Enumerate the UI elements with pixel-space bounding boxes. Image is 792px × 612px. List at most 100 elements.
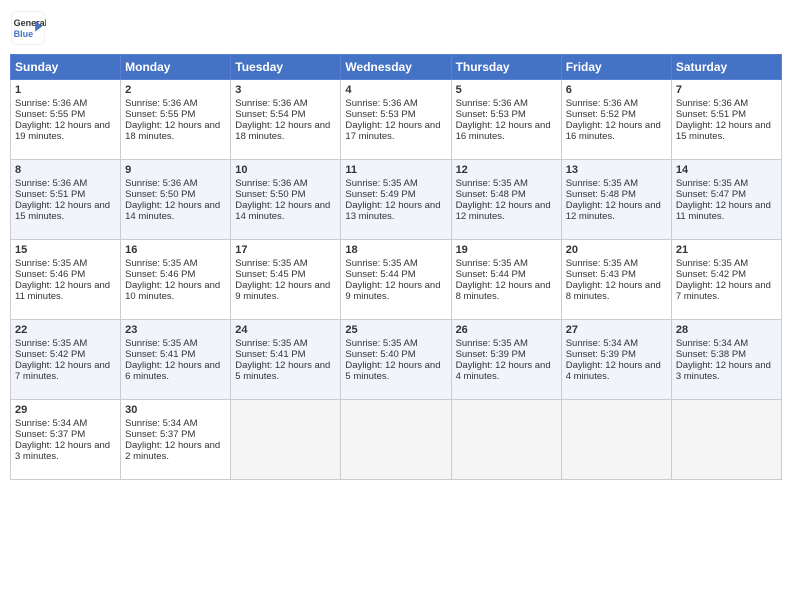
sunrise-text: Sunrise: 5:36 AM — [15, 178, 87, 189]
sunset-text: Sunset: 5:46 PM — [125, 269, 195, 280]
sunrise-text: Sunrise: 5:36 AM — [456, 98, 528, 109]
sunset-text: Sunset: 5:55 PM — [15, 109, 85, 120]
page-header: General Blue — [10, 10, 782, 46]
daylight-text: Daylight: 12 hours and 15 minutes. — [15, 200, 110, 222]
day-number: 2 — [125, 84, 226, 96]
day-number: 15 — [15, 244, 116, 256]
day-number: 14 — [676, 164, 777, 176]
sunset-text: Sunset: 5:41 PM — [235, 349, 305, 360]
day-number: 9 — [125, 164, 226, 176]
day-number: 12 — [456, 164, 557, 176]
day-number: 30 — [125, 404, 226, 416]
day-number: 8 — [15, 164, 116, 176]
sunset-text: Sunset: 5:43 PM — [566, 269, 636, 280]
day-number: 13 — [566, 164, 667, 176]
logo-icon: General Blue — [10, 10, 46, 46]
daylight-text: Daylight: 12 hours and 16 minutes. — [456, 120, 551, 142]
sunrise-text: Sunrise: 5:36 AM — [125, 98, 197, 109]
daylight-text: Daylight: 12 hours and 5 minutes. — [235, 360, 330, 382]
column-header-thursday: Thursday — [451, 55, 561, 80]
daylight-text: Daylight: 12 hours and 3 minutes. — [676, 360, 771, 382]
calendar-cell: 19Sunrise: 5:35 AMSunset: 5:44 PMDayligh… — [451, 240, 561, 320]
daylight-text: Daylight: 12 hours and 16 minutes. — [566, 120, 661, 142]
sunrise-text: Sunrise: 5:35 AM — [676, 258, 748, 269]
calendar-cell: 26Sunrise: 5:35 AMSunset: 5:39 PMDayligh… — [451, 320, 561, 400]
column-header-sunday: Sunday — [11, 55, 121, 80]
day-number: 21 — [676, 244, 777, 256]
calendar-cell: 21 Sunrise: 5:35 AMSunset: 5:42 PMDayligh… — [671, 240, 781, 320]
daylight-text: Daylight: 12 hours and 15 minutes. — [676, 120, 771, 142]
day-number: 24 — [235, 324, 336, 336]
sunrise-text: Sunrise: 5:34 AM — [566, 338, 638, 349]
sunset-text: Sunset: 5:51 PM — [676, 109, 746, 120]
day-number: 23 — [125, 324, 226, 336]
day-number: 17 — [235, 244, 336, 256]
daylight-text: Daylight: 12 hours and 17 minutes. — [345, 120, 440, 142]
calendar-cell: 27Sunrise: 5:34 AMSunset: 5:39 PMDayligh… — [561, 320, 671, 400]
day-number: 3 — [235, 84, 336, 96]
calendar-cell: 30Sunrise: 5:34 AMSunset: 5:37 PMDayligh… — [121, 400, 231, 480]
column-header-friday: Friday — [561, 55, 671, 80]
calendar-cell: 25Sunrise: 5:35 AMSunset: 5:40 PMDayligh… — [341, 320, 451, 400]
sunset-text: Sunset: 5:42 PM — [676, 269, 746, 280]
column-header-wednesday: Wednesday — [341, 55, 451, 80]
calendar-cell: 23Sunrise: 5:35 AMSunset: 5:41 PMDayligh… — [121, 320, 231, 400]
day-number: 11 — [345, 164, 446, 176]
sunset-text: Sunset: 5:47 PM — [676, 189, 746, 200]
daylight-text: Daylight: 12 hours and 18 minutes. — [235, 120, 330, 142]
sunrise-text: Sunrise: 5:35 AM — [345, 178, 417, 189]
day-number: 29 — [15, 404, 116, 416]
daylight-text: Daylight: 12 hours and 12 minutes. — [566, 200, 661, 222]
calendar-cell: 24 Sunrise: 5:35 AMSunset: 5:41 PMDayligh… — [231, 320, 341, 400]
sunrise-text: Sunrise: 5:35 AM — [235, 338, 307, 349]
calendar-cell: 20Sunrise: 5:35 AMSunset: 5:43 PMDayligh… — [561, 240, 671, 320]
sunset-text: Sunset: 5:38 PM — [676, 349, 746, 360]
calendar-header-row: SundayMondayTuesdayWednesdayThursdayFrid… — [11, 55, 782, 80]
sunset-text: Sunset: 5:37 PM — [15, 429, 85, 440]
svg-text:Blue: Blue — [14, 29, 34, 39]
daylight-text: Daylight: 12 hours and 7 minutes. — [676, 280, 771, 302]
calendar-cell: 4Sunrise: 5:36 AMSunset: 5:53 PMDaylight… — [341, 80, 451, 160]
sunset-text: Sunset: 5:37 PM — [125, 429, 195, 440]
sunset-text: Sunset: 5:51 PM — [15, 189, 85, 200]
sunrise-text: Sunrise: 5:35 AM — [345, 258, 417, 269]
calendar-cell: 13Sunrise: 5:35 AMSunset: 5:48 PMDayligh… — [561, 160, 671, 240]
daylight-text: Daylight: 12 hours and 4 minutes. — [456, 360, 551, 382]
sunset-text: Sunset: 5:49 PM — [345, 189, 415, 200]
sunrise-text: Sunrise: 5:35 AM — [125, 338, 197, 349]
daylight-text: Daylight: 12 hours and 14 minutes. — [235, 200, 330, 222]
sunrise-text: Sunrise: 5:35 AM — [456, 338, 528, 349]
calendar-cell: 22Sunrise: 5:35 AMSunset: 5:42 PMDayligh… — [11, 320, 121, 400]
sunrise-text: Sunrise: 5:35 AM — [235, 258, 307, 269]
day-number: 4 — [345, 84, 446, 96]
calendar-row-3: 15Sunrise: 5:35 AMSunset: 5:46 PMDayligh… — [11, 240, 782, 320]
sunrise-text: Sunrise: 5:35 AM — [456, 258, 528, 269]
daylight-text: Daylight: 12 hours and 4 minutes. — [566, 360, 661, 382]
sunset-text: Sunset: 5:50 PM — [125, 189, 195, 200]
sunrise-text: Sunrise: 5:36 AM — [125, 178, 197, 189]
sunrise-text: Sunrise: 5:35 AM — [15, 258, 87, 269]
sunset-text: Sunset: 5:48 PM — [456, 189, 526, 200]
day-number: 28 — [676, 324, 777, 336]
daylight-text: Daylight: 12 hours and 6 minutes. — [125, 360, 220, 382]
sunrise-text: Sunrise: 5:35 AM — [125, 258, 197, 269]
daylight-text: Daylight: 12 hours and 14 minutes. — [125, 200, 220, 222]
sunset-text: Sunset: 5:46 PM — [15, 269, 85, 280]
daylight-text: Daylight: 12 hours and 11 minutes. — [15, 280, 110, 302]
daylight-text: Daylight: 12 hours and 5 minutes. — [345, 360, 440, 382]
calendar-row-5: 29Sunrise: 5:34 AMSunset: 5:37 PMDayligh… — [11, 400, 782, 480]
sunrise-text: Sunrise: 5:36 AM — [235, 178, 307, 189]
sunset-text: Sunset: 5:53 PM — [345, 109, 415, 120]
calendar-cell — [671, 400, 781, 480]
daylight-text: Daylight: 12 hours and 11 minutes. — [676, 200, 771, 222]
day-number: 7 — [676, 84, 777, 96]
calendar-row-2: 8Sunrise: 5:36 AMSunset: 5:51 PMDaylight… — [11, 160, 782, 240]
day-number: 5 — [456, 84, 557, 96]
sunrise-text: Sunrise: 5:36 AM — [235, 98, 307, 109]
column-header-monday: Monday — [121, 55, 231, 80]
calendar-cell: 8 Sunrise: 5:36 AMSunset: 5:51 PMDaylight… — [11, 160, 121, 240]
sunset-text: Sunset: 5:44 PM — [456, 269, 526, 280]
calendar-cell: 12Sunrise: 5:35 AMSunset: 5:48 PMDayligh… — [451, 160, 561, 240]
daylight-text: Daylight: 12 hours and 2 minutes. — [125, 440, 220, 462]
sunset-text: Sunset: 5:40 PM — [345, 349, 415, 360]
